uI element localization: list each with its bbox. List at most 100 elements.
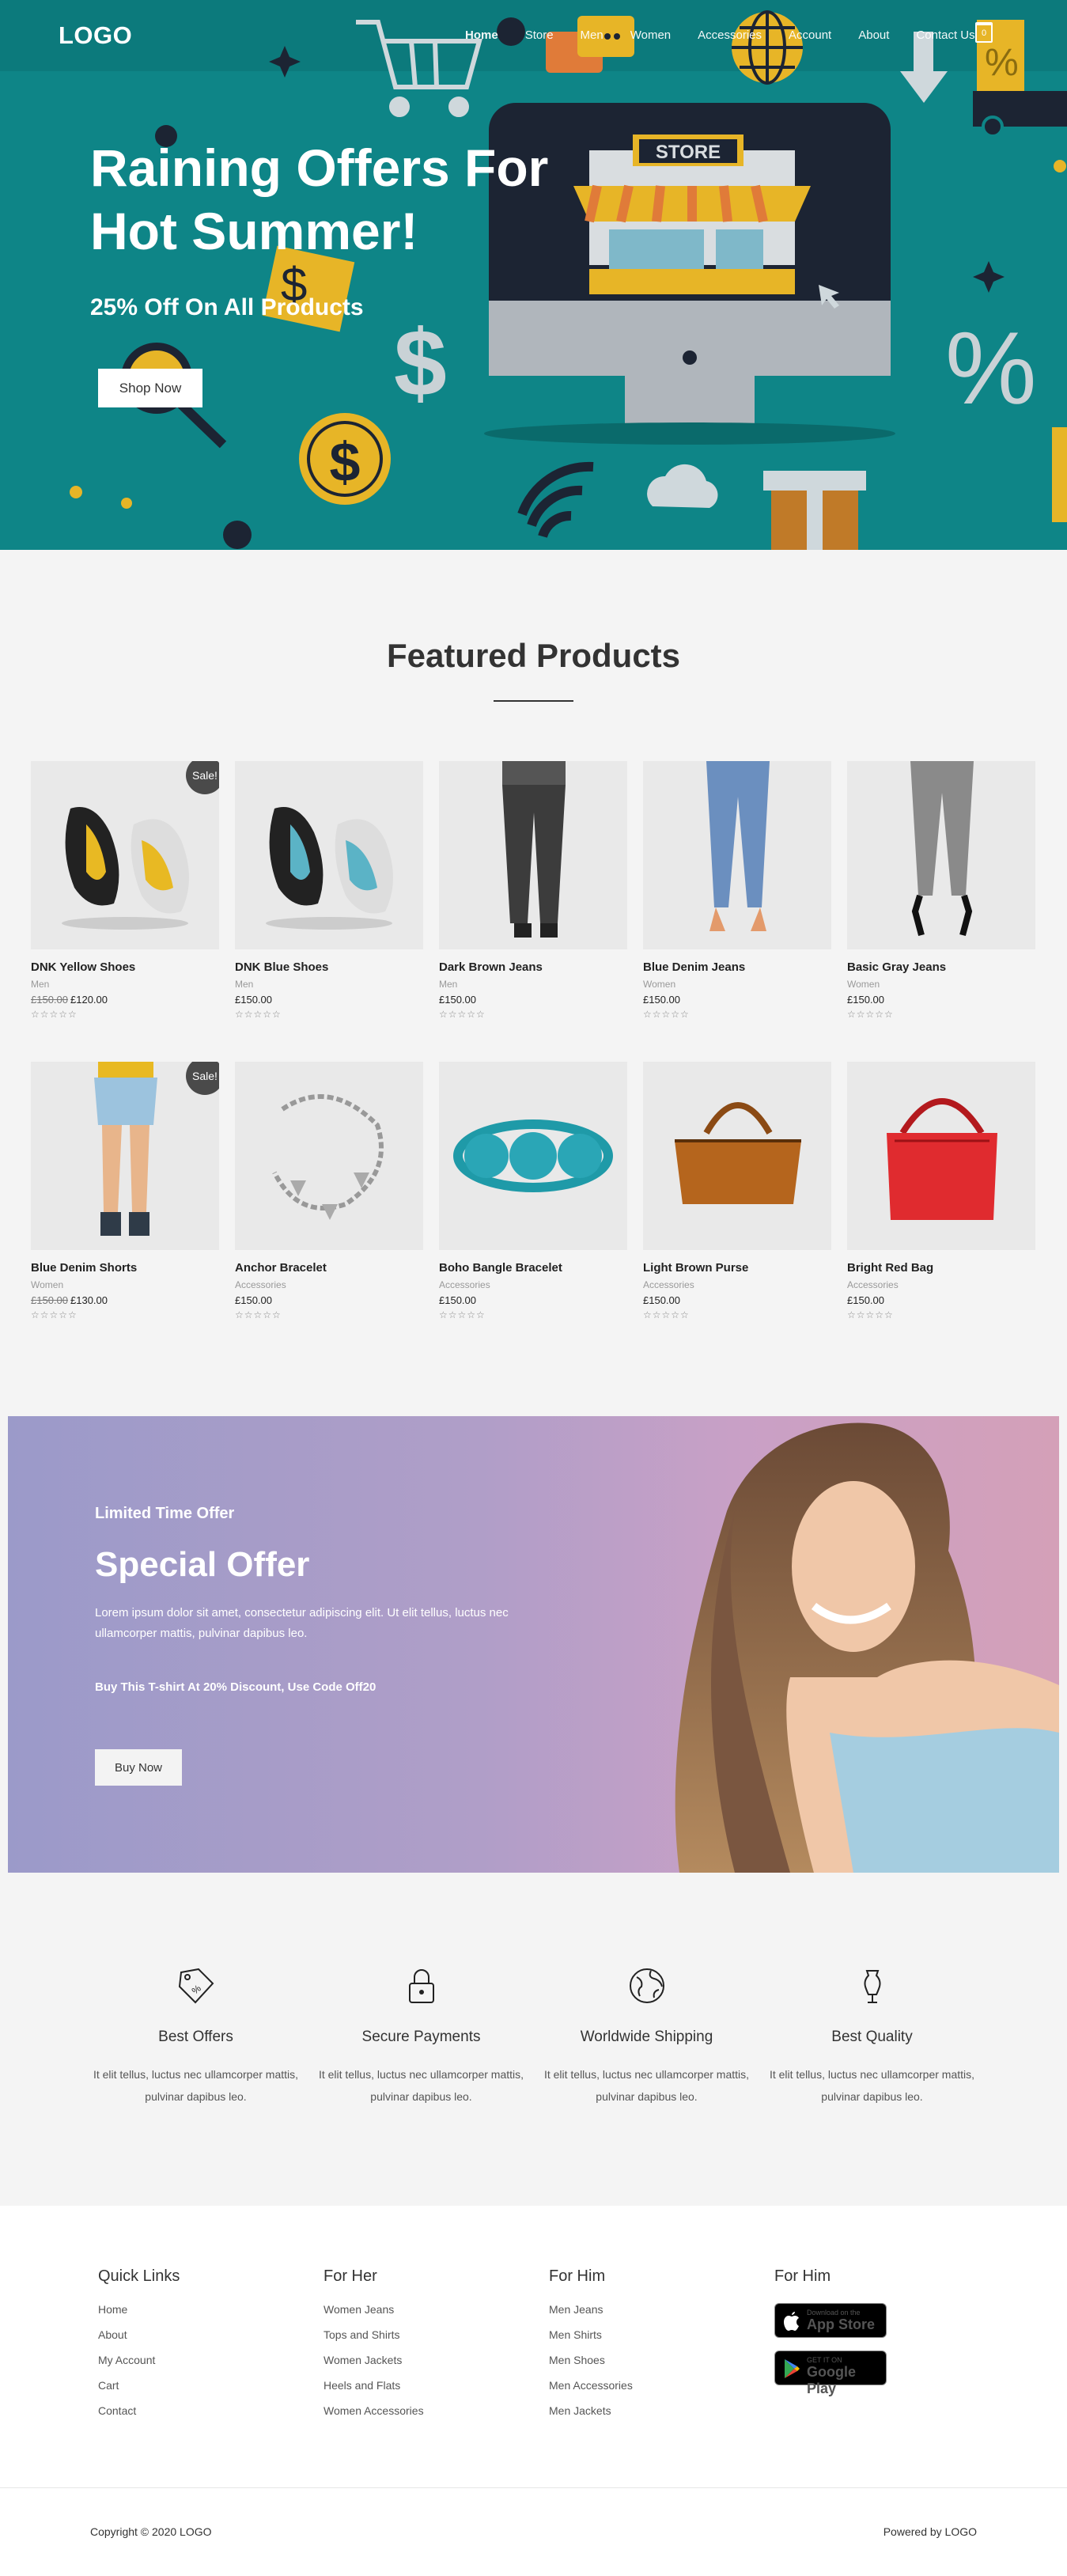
buy-now-button[interactable]: Buy Now [95, 1749, 182, 1786]
product-card[interactable]: Bright Red Bag Accessories £150.00 ☆☆☆☆☆ [847, 1062, 1035, 1320]
product-category[interactable]: Women [31, 1279, 219, 1290]
product-card[interactable]: Light Brown Purse Accessories £150.00 ☆☆☆☆☆ [643, 1062, 831, 1320]
footer-link-men-accessories[interactable]: Men Accessories [549, 2379, 747, 2392]
product-category[interactable]: Men [235, 979, 423, 990]
product-card[interactable]: Dark Brown Jeans Men £150.00 ☆☆☆☆☆ [439, 761, 627, 1020]
footer-link-contact[interactable]: Contact [98, 2404, 296, 2417]
footer-link-heels-flats[interactable]: Heels and Flats [324, 2379, 521, 2392]
lock-icon [408, 1969, 434, 2003]
product-name[interactable]: Blue Denim Jeans [643, 960, 831, 974]
feature-title: Best Quality [831, 2029, 913, 2045]
product-card[interactable]: Blue Denim Jeans Women £150.00 ☆☆☆☆☆ [643, 761, 831, 1020]
footer-link-men-jeans[interactable]: Men Jeans [549, 2303, 747, 2316]
product-image[interactable]: Sale! [31, 761, 219, 949]
nav-accessories[interactable]: Accessories [698, 28, 762, 42]
product-name[interactable]: Boho Bangle Bracelet [439, 1261, 627, 1275]
product-image[interactable] [847, 1062, 1035, 1250]
footer-link-cart[interactable]: Cart [98, 2379, 296, 2392]
footer-column-title: For Him [549, 2267, 606, 2285]
footer-divider [0, 2487, 1067, 2488]
title-divider [494, 700, 573, 702]
footer-column-title: Quick Links [98, 2267, 180, 2285]
feature-text: It elit tellus, luctus nec ullamcorper m… [769, 2068, 975, 2103]
footer-link-men-shoes[interactable]: Men Shoes [549, 2354, 747, 2366]
dress-form-icon [864, 1970, 880, 2003]
product-image[interactable]: Sale! [31, 1062, 219, 1250]
app-store-large: App Store [807, 2317, 876, 2332]
feature-title: Best Offers [158, 2029, 233, 2045]
product-name[interactable]: Blue Denim Shorts [31, 1261, 219, 1275]
product-category[interactable]: Accessories [439, 1279, 627, 1290]
footer-link-men-shirts[interactable]: Men Shirts [549, 2328, 747, 2341]
footer-link-women-accessories[interactable]: Women Accessories [324, 2404, 521, 2417]
product-category[interactable]: Accessories [235, 1279, 423, 1290]
product-price: £150.00 [847, 994, 1035, 1006]
footer-column-title: For Her [324, 2267, 377, 2285]
feature-text: It elit tellus, luctus nec ullamcorper m… [318, 2068, 524, 2103]
product-image[interactable] [643, 1062, 831, 1250]
featured-title: Featured Products [386, 637, 681, 674]
product-current-price: £150.00 [439, 1294, 476, 1306]
nav-about[interactable]: About [858, 28, 889, 42]
product-category[interactable]: Women [643, 979, 831, 990]
product-card[interactable]: Boho Bangle Bracelet Accessories £150.00 ☆☆… [439, 1062, 627, 1320]
product-image[interactable] [235, 1062, 423, 1250]
google-play-badge[interactable]: GET IT ON Google Play [774, 2351, 887, 2396]
model-photo [675, 1422, 1059, 1873]
product-card[interactable]: Sale! Blue Denim Shorts Women £150.00 £130.0… [31, 1062, 219, 1320]
product-name[interactable]: Dark Brown Jeans [439, 960, 627, 974]
product-name[interactable]: DNK Blue Shoes [235, 960, 423, 974]
yellow-shoes-image [62, 807, 189, 930]
cart-icon[interactable]: 0 [975, 22, 993, 43]
product-card[interactable]: DNK Blue Shoes Men £150.00 ☆☆☆☆☆ [235, 761, 423, 1020]
nav-men[interactable]: Men [581, 28, 603, 42]
product-card[interactable]: Sale! DNK Yellow Shoes Men £150.00 £120.00 ☆☆… [31, 761, 219, 1020]
product-category[interactable]: Men [31, 979, 219, 990]
product-name[interactable]: Bright Red Bag [847, 1261, 1035, 1275]
product-category[interactable]: Accessories [847, 1279, 1035, 1290]
site-footer: Quick Links Home About My Account Cart C… [0, 2206, 1067, 2576]
product-current-price: £130.00 [70, 1294, 108, 1306]
footer-link-my-account[interactable]: My Account [98, 2354, 296, 2366]
offer-title: Special Offer [95, 1545, 310, 1584]
product-name[interactable]: DNK Yellow Shoes [31, 960, 219, 974]
product-image[interactable] [643, 761, 831, 949]
product-image[interactable] [439, 1062, 627, 1250]
footer-link-women-jeans[interactable]: Women Jeans [324, 2303, 521, 2316]
product-image[interactable] [235, 761, 423, 949]
nav-contact[interactable]: Contact Us [916, 28, 974, 42]
feature-secure-payments: Secure Payments It elit tellus, luctus n… [308, 1966, 534, 2108]
nav-account[interactable]: Account [789, 28, 831, 42]
app-store-badge[interactable]: Download on the App Store [774, 2303, 887, 2338]
anchor-bracelet-image [272, 1094, 384, 1220]
footer-link-home[interactable]: Home [98, 2303, 296, 2316]
footer-link-women-jackets[interactable]: Women Jackets [324, 2354, 521, 2366]
footer-link-about[interactable]: About [98, 2328, 296, 2341]
feature-text: It elit tellus, luctus nec ullamcorper m… [93, 2068, 299, 2103]
product-image[interactable] [847, 761, 1035, 949]
product-image[interactable] [439, 761, 627, 949]
nav-women[interactable]: Women [630, 28, 671, 42]
svg-text:$: $ [330, 431, 361, 493]
product-name[interactable]: Basic Gray Jeans [847, 960, 1035, 974]
site-logo[interactable]: LOGO [59, 21, 132, 50]
product-name[interactable]: Anchor Bracelet [235, 1261, 423, 1275]
product-name[interactable]: Light Brown Purse [643, 1261, 831, 1275]
footer-link-tops-shirts[interactable]: Tops and Shirts [324, 2328, 521, 2341]
product-price: £150.00 [643, 1294, 831, 1306]
gray-jeans-image [910, 761, 974, 937]
product-category[interactable]: Women [847, 979, 1035, 990]
shop-now-button[interactable]: Shop Now [98, 369, 202, 407]
svg-text:%: % [985, 42, 1019, 84]
footer-column-for-her: For Her Women Jeans Tops and Shirts Wome… [324, 2267, 521, 2430]
offer-description: Lorem ipsum dolor sit amet, consectetur … [95, 1606, 509, 1640]
product-card[interactable]: Anchor Bracelet Accessories £150.00 ☆☆☆☆☆ [235, 1062, 423, 1320]
product-category[interactable]: Men [439, 979, 627, 990]
price-tag-icon: % [178, 1968, 214, 2004]
nav-home[interactable]: Home [465, 28, 498, 42]
rating-stars-icon: ☆☆☆☆☆ [235, 1009, 282, 1020]
footer-link-men-jackets[interactable]: Men Jackets [549, 2404, 747, 2417]
nav-store[interactable]: Store [525, 28, 554, 42]
product-card[interactable]: Basic Gray Jeans Women £150.00 ☆☆☆☆☆ [847, 761, 1035, 1020]
product-category[interactable]: Accessories [643, 1279, 831, 1290]
